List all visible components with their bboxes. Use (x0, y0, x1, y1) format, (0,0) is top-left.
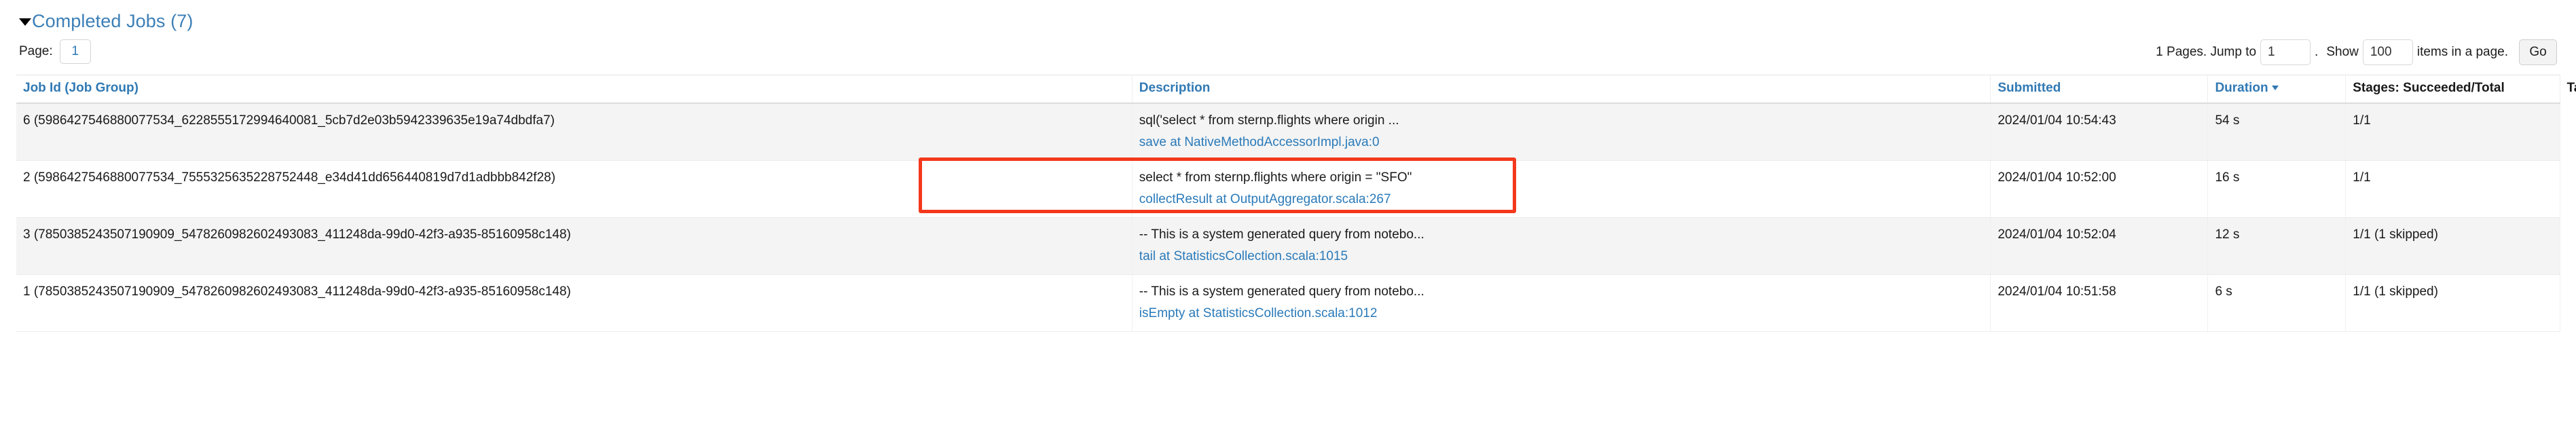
description-text: sql('select * from sternp.flights where … (1139, 113, 1399, 128)
column-header-description[interactable]: Description (1131, 75, 1991, 104)
items-in-page-label: items in a page. (2416, 45, 2508, 59)
description-link[interactable]: save at NativeMethodAccessorImpl.java:0 (1139, 133, 1984, 152)
description-text: select * from sternp.flights where origi… (1139, 170, 1412, 185)
column-header-duration[interactable]: Duration (2207, 75, 2346, 104)
description-link[interactable]: isEmpty at StatisticsCollection.scala:10… (1139, 304, 1984, 323)
cell-job-id: 1 (7850385243507190909_54782609826024930… (16, 274, 1133, 333)
table-row[interactable]: 2 (5986427546880077534_75553256352287524… (16, 160, 2560, 219)
cell-description: -- This is a system generated query from… (1131, 217, 1991, 276)
show-label: Show (2326, 45, 2359, 59)
cell-submitted: 2024/01/04 10:54:43 (1990, 103, 2208, 162)
cell-duration: 12 s (2207, 217, 2346, 276)
table-body: 6 (5986427546880077534_62285551729946400… (16, 103, 2560, 333)
column-header-submitted[interactable]: Submitted (1990, 75, 2208, 104)
table-header-row: Job Id (Job Group) Description Submitted… (16, 75, 2576, 104)
column-header-job-id[interactable]: Job Id (Job Group) (16, 75, 1133, 104)
description-text: -- This is a system generated query from… (1139, 227, 1424, 242)
cell-duration: 6 s (2207, 274, 2346, 333)
cell-job-id: 3 (7850385243507190909_54782609826024930… (16, 217, 1133, 276)
sort-descending-icon (2271, 86, 2279, 91)
description-text: -- This is a system generated query from… (1139, 284, 1424, 299)
triangle-down-icon[interactable] (19, 18, 31, 26)
page-indicator: Page: 1 (19, 39, 91, 64)
page-label: Page: (19, 44, 53, 58)
pagination-separator: . (2315, 45, 2319, 59)
cell-job-id: 2 (5986427546880077534_75553256352287524… (16, 160, 1133, 219)
table-header: Job Id (Job Group) Description Submitted… (16, 75, 2576, 104)
go-button[interactable]: Go (2519, 39, 2557, 65)
column-header-stages: Stages: Succeeded/Total (2345, 75, 2560, 104)
description-link[interactable]: tail at StatisticsCollection.scala:1015 (1139, 247, 1984, 266)
pagination-bar: Page: 1 1 Pages. Jump to . Show items in… (16, 39, 2560, 71)
completed-jobs-section-header[interactable]: Completed Jobs (7) (16, 0, 2560, 33)
pagination-controls: 1 Pages. Jump to . Show items in a page.… (2156, 39, 2557, 65)
cell-duration: 54 s (2207, 103, 2346, 162)
cell-description: select * from sternp.flights where origi… (1131, 160, 1991, 219)
cell-stages: 1/1 (2345, 160, 2560, 219)
cell-submitted: 2024/01/04 10:51:58 (1990, 274, 2208, 333)
table-row[interactable]: 3 (7850385243507190909_54782609826024930… (16, 217, 2560, 276)
completed-jobs-page: Completed Jobs (7) Page: 1 1 Pages. Jump… (0, 0, 2576, 444)
table-row[interactable]: 1 (7850385243507190909_54782609826024930… (16, 274, 2560, 333)
cell-stages: 1/1 (1 skipped) (2345, 274, 2560, 333)
cell-stages: 1/1 (2345, 103, 2560, 162)
cell-description: sql('select * from sternp.flights where … (1131, 103, 1991, 162)
pages-count-label: 1 Pages. Jump to (2156, 45, 2257, 59)
page-title[interactable]: Completed Jobs (7) (32, 11, 193, 32)
cell-stages: 1/1 (1 skipped) (2345, 217, 2560, 276)
current-page-button[interactable]: 1 (59, 39, 91, 64)
cell-job-id: 6 (5986427546880077534_62285551729946400… (16, 103, 1133, 162)
completed-jobs-table: Job Id (Job Group) Description Submitted… (16, 75, 2576, 333)
cell-description: -- This is a system generated query from… (1131, 274, 1991, 333)
jump-to-page-input[interactable] (2260, 39, 2311, 65)
cell-submitted: 2024/01/04 10:52:04 (1990, 217, 2208, 276)
items-per-page-input[interactable] (2362, 39, 2413, 65)
table-row[interactable]: 6 (5986427546880077534_62285551729946400… (16, 103, 2560, 162)
description-link[interactable]: collectResult at OutputAggregator.scala:… (1139, 190, 1984, 209)
column-header-duration-label: Duration (2215, 81, 2268, 95)
cell-submitted: 2024/01/04 10:52:00 (1990, 160, 2208, 219)
cell-duration: 16 s (2207, 160, 2346, 219)
